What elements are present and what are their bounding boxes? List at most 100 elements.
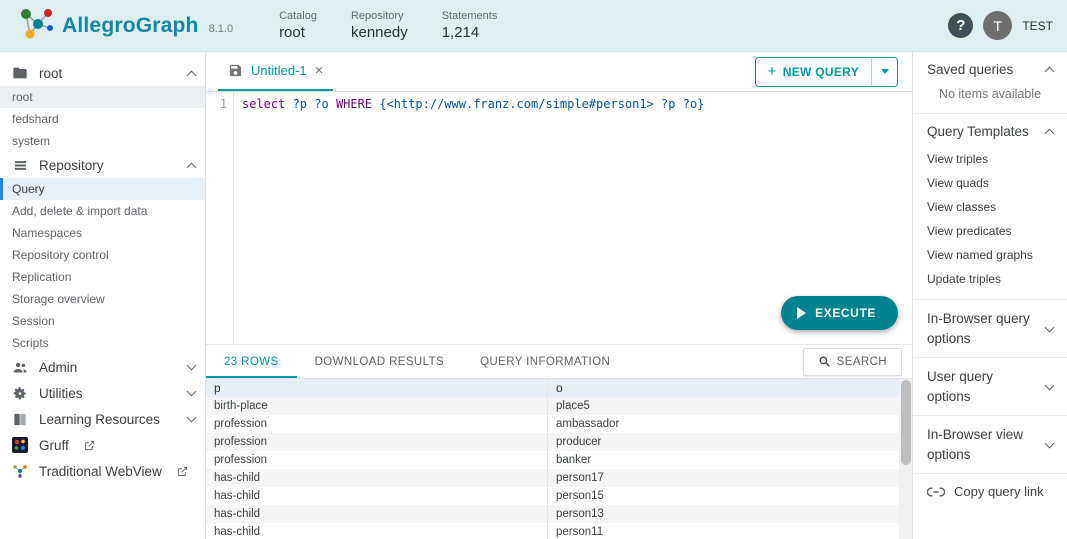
table-row[interactable]: has-child person15 (206, 487, 899, 505)
plus-icon: + (768, 63, 777, 80)
sidebar-item-namespaces[interactable]: Namespaces (0, 222, 205, 244)
close-icon[interactable]: × (315, 63, 324, 78)
template-view-quads[interactable]: View quads (913, 171, 1067, 195)
external-link-icon (177, 466, 188, 477)
chevron-down-icon (187, 413, 197, 423)
tab-query-information[interactable]: QUERY INFORMATION (462, 345, 628, 378)
template-view-named-graphs[interactable]: View named graphs (913, 243, 1067, 267)
search-icon (818, 355, 831, 368)
chevron-down-icon (1045, 322, 1055, 332)
sidebar-group-admin[interactable]: Admin (0, 354, 205, 380)
template-view-predicates[interactable]: View predicates (913, 219, 1067, 243)
cell-p: profession (206, 436, 547, 448)
sidebar-item-add-delete-import[interactable]: Add, delete & import data (0, 200, 205, 222)
allegrograph-logo-icon (14, 4, 56, 47)
sidebar-item-fedshard[interactable]: fedshard (0, 108, 205, 130)
cell-p: profession (206, 418, 547, 430)
cell-p: has-child (206, 508, 547, 520)
in-browser-query-options-section[interactable]: In-Browser query options (913, 299, 1067, 357)
template-view-triples[interactable]: View triples (913, 147, 1067, 171)
table-row[interactable]: has-child person13 (206, 505, 899, 523)
tab-rows[interactable]: 23 ROWS (206, 345, 297, 378)
play-icon (797, 307, 806, 319)
sidebar-item-gruff[interactable]: Gruff (0, 432, 205, 458)
main-panel: Untitled-1 × + NEW QUERY 1 select ?p ?o … (206, 52, 912, 539)
new-query-dropdown-button[interactable] (871, 58, 897, 86)
sidebar-group-repository[interactable]: Repository (0, 152, 205, 178)
sidebar-item-traditional-webview[interactable]: Traditional WebView (0, 458, 205, 484)
query-code-line[interactable]: select ?p ?o WHERE {<http://www.franz.co… (234, 92, 712, 344)
chevron-down-icon (1045, 380, 1055, 390)
sidebar-group-utilities[interactable]: Utilities (0, 380, 205, 406)
user-query-options-label: User query options (927, 367, 1032, 406)
cell-p: birth-place (206, 400, 547, 412)
statements-label: Statements (442, 10, 498, 22)
table-row[interactable]: birth-place place5 (206, 397, 899, 415)
line-number: 1 (220, 97, 227, 111)
tab-download-results[interactable]: DOWNLOAD RESULTS (297, 345, 463, 378)
execute-button[interactable]: EXECUTE (781, 296, 898, 330)
help-icon[interactable]: ? (948, 13, 973, 38)
column-header-p[interactable]: p (206, 381, 547, 395)
scrollbar-thumb[interactable] (901, 380, 911, 465)
chevron-down-icon (881, 69, 889, 74)
tab-untitled-1[interactable]: Untitled-1 × (218, 52, 333, 91)
copy-query-link[interactable]: Copy query link (913, 473, 1067, 509)
vertical-scrollbar[interactable] (899, 379, 912, 539)
table-row[interactable]: profession banker (206, 451, 899, 469)
sidebar-group-catalog-root[interactable]: root (0, 60, 205, 86)
search-label: SEARCH (837, 356, 887, 368)
catalog-value: root (279, 24, 317, 41)
chevron-up-icon (1045, 67, 1055, 77)
template-update-triples[interactable]: Update triples (913, 267, 1067, 291)
sidebar-item-repository-control[interactable]: Repository control (0, 244, 205, 266)
table-row[interactable]: has-child person11 (206, 523, 899, 539)
copy-query-link-label: Copy query link (954, 484, 1044, 499)
sidebar-item-system[interactable]: system (0, 130, 205, 152)
sidebar-group-learning-resources[interactable]: Learning Resources (0, 406, 205, 432)
code-keyword: WHERE (336, 97, 372, 111)
query-templates-list: View triples View quads View classes Vie… (913, 147, 1067, 299)
table-row[interactable]: profession producer (206, 433, 899, 451)
repo-stats: Catalog root Repository kennedy Statemen… (279, 10, 497, 41)
sidebar-item-session[interactable]: Session (0, 310, 205, 332)
sidebar-item-query[interactable]: Query (0, 178, 205, 200)
cell-p: has-child (206, 526, 547, 538)
code-variables: ?p ?o (285, 97, 336, 111)
app-title: AllegroGraph (62, 14, 199, 38)
chevron-down-icon (1045, 438, 1055, 448)
people-icon (10, 360, 30, 375)
folder-icon (10, 65, 30, 81)
column-header-o[interactable]: o (547, 379, 899, 397)
results-panel: 23 ROWS DOWNLOAD RESULTS QUERY INFORMATI… (206, 345, 912, 539)
cell-p: profession (206, 454, 547, 466)
user-query-options-section[interactable]: User query options (913, 357, 1067, 415)
repository-value: kennedy (351, 24, 408, 41)
sidebar-item-scripts[interactable]: Scripts (0, 332, 205, 354)
save-icon[interactable] (228, 63, 243, 78)
sidebar-item-storage-overview[interactable]: Storage overview (0, 288, 205, 310)
link-icon (927, 487, 945, 497)
book-icon (10, 412, 30, 427)
line-number-gutter: 1 (206, 92, 234, 344)
admin-group-label: Admin (39, 360, 77, 375)
repository-stat: Repository kennedy (351, 10, 408, 41)
user-avatar[interactable]: T (983, 11, 1012, 40)
query-editor[interactable]: 1 select ?p ?o WHERE {<http://www.franz.… (206, 92, 912, 345)
in-browser-view-options-section[interactable]: In-Browser view options (913, 415, 1067, 473)
template-view-classes[interactable]: View classes (913, 195, 1067, 219)
search-button[interactable]: SEARCH (803, 348, 902, 376)
code-body: {<http://www.franz.com/simple#person1> ?… (372, 97, 704, 111)
cell-o: banker (547, 451, 899, 469)
query-templates-header[interactable]: Query Templates (913, 114, 1067, 147)
right-sidebar: Saved queries No items available Query T… (912, 52, 1067, 539)
sidebar-item-replication[interactable]: Replication (0, 266, 205, 288)
app-version: 8.1.0 (209, 23, 233, 35)
chevron-up-icon (187, 70, 197, 80)
table-row[interactable]: profession ambassador (206, 415, 899, 433)
sidebar-item-root[interactable]: root (0, 86, 205, 108)
table-row[interactable]: has-child person17 (206, 469, 899, 487)
new-query-button[interactable]: + NEW QUERY (756, 58, 871, 86)
cell-p: has-child (206, 472, 547, 484)
saved-queries-header[interactable]: Saved queries (913, 52, 1067, 85)
